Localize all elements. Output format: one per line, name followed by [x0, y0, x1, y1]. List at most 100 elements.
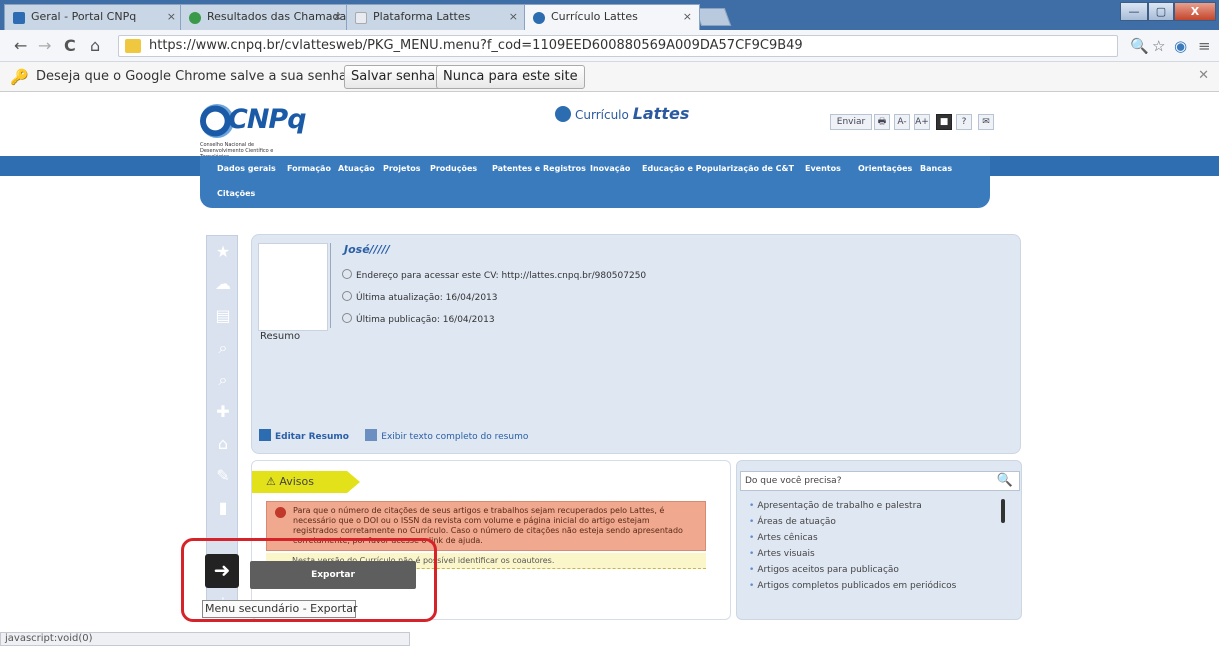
page-favicon — [355, 12, 367, 24]
nav-patentes[interactable]: Patentes e Registros — [492, 164, 586, 173]
close-icon[interactable]: × — [683, 10, 692, 23]
nav-eventos[interactable]: Eventos — [805, 164, 841, 173]
edit-icon[interactable]: ✎ — [213, 466, 233, 486]
profile-name: José///// — [344, 243, 390, 256]
close-icon[interactable]: × — [509, 10, 518, 23]
document-icon[interactable]: ▮ — [213, 498, 233, 518]
lattes-name: Lattes — [632, 104, 690, 123]
nav-orientacoes[interactable]: Orientações — [858, 164, 912, 173]
infobar-message: Deseja que o Google Chrome salve a sua s… — [36, 69, 354, 84]
forward-icon[interactable]: → — [38, 36, 51, 55]
new-tab-button[interactable] — [694, 8, 732, 26]
divider — [330, 243, 331, 328]
never-save-button[interactable]: Nunca para este site — [436, 65, 585, 89]
link-icon — [342, 269, 352, 279]
home-icon[interactable]: ⌂ — [90, 36, 100, 55]
show-resumo-link[interactable]: Exibir texto completo do resumo — [381, 432, 528, 442]
edit-resumo-link[interactable]: Editar Resumo — [275, 432, 349, 442]
status-bar: javascript:void(0) — [0, 632, 410, 646]
star-icon[interactable]: ☆ — [1152, 37, 1165, 55]
contrast-icon[interactable]: ■ — [936, 114, 952, 130]
nav-atuacao[interactable]: Atuação — [338, 164, 375, 173]
tab-title: Plataforma Lattes — [373, 10, 471, 23]
nav-citacoes[interactable]: Citações — [217, 189, 255, 198]
address-bar[interactable]: https://www.cnpq.br/cvlattesweb/PKG_MENU… — [118, 35, 1118, 57]
nav-formacao[interactable]: Formação — [287, 164, 331, 173]
list-item[interactable]: • Artigos aceitos para publicação — [749, 565, 899, 575]
tab-curriculo-lattes[interactable]: Currículo Lattes × — [524, 4, 700, 30]
id-card-icon[interactable]: ▤ — [213, 306, 233, 326]
close-icon[interactable]: ✕ — [1198, 68, 1209, 83]
cv-address[interactable]: Endereço para acessar este CV: http://la… — [342, 269, 646, 281]
search-icon[interactable]: ⌕ — [213, 338, 233, 358]
main-nav: Dados gerais Formação Atuação Projetos P… — [200, 156, 990, 208]
nav-dados-gerais[interactable]: Dados gerais — [217, 164, 276, 173]
send-button[interactable]: Enviar — [830, 114, 872, 130]
back-icon[interactable]: ← — [14, 36, 27, 55]
star-icon[interactable]: ★ — [213, 242, 233, 262]
last-update-text: Última atualização: 16/04/2013 — [356, 293, 498, 303]
nav-bancas[interactable]: Bancas — [920, 164, 952, 173]
extension-icon[interactable]: ◉ — [1174, 37, 1187, 55]
avisos-title: Avisos — [279, 475, 314, 488]
close-icon[interactable]: × — [167, 10, 176, 23]
search-icon[interactable]: 🔍 — [997, 473, 1013, 488]
lock-icon — [125, 39, 141, 53]
menu-icon[interactable]: ≡ — [1198, 37, 1211, 55]
globe-icon — [342, 313, 352, 323]
nav-inovacao[interactable]: Inovação — [590, 164, 630, 173]
tab-plataforma-lattes[interactable]: Plataforma Lattes × — [346, 4, 526, 30]
font-decrease-icon[interactable]: A- — [894, 114, 910, 130]
print-icon[interactable]: 🖶 — [874, 114, 890, 130]
mail-icon[interactable]: ✉ — [978, 114, 994, 130]
list-item[interactable]: • Artes visuais — [749, 549, 815, 559]
nav-producoes[interactable]: Produções — [430, 164, 477, 173]
list-item[interactable]: • Apresentação de trabalho e palestra — [749, 501, 922, 511]
tab-title: Geral - Portal CNPq — [31, 10, 137, 23]
tab-title: Currículo Lattes — [551, 10, 638, 23]
curriculo-lattes-logo[interactable]: Currículo Lattes — [555, 104, 689, 123]
shield-icon[interactable]: ✚ — [213, 402, 233, 422]
scrollbar[interactable] — [1001, 499, 1005, 523]
alert-icon — [275, 507, 286, 518]
font-increase-icon[interactable]: A+ — [914, 114, 930, 130]
tab-resultados[interactable]: Resultados das Chamadas × — [180, 4, 350, 30]
list-item-label: Artigos completos publicados em periódic… — [757, 581, 957, 591]
close-window-button[interactable]: X — [1174, 2, 1216, 21]
resumo-links: Editar Resumo Exibir texto completo do r… — [259, 429, 528, 442]
list-item[interactable]: • Artes cênicas — [749, 533, 818, 543]
nav-projetos[interactable]: Projetos — [383, 164, 421, 173]
avisos-tab[interactable]: ⚠ Avisos — [252, 471, 360, 493]
list-item-label: Artes visuais — [757, 549, 815, 559]
minimize-button[interactable]: — — [1120, 2, 1148, 21]
list-item-label: Áreas de atuação — [757, 517, 836, 527]
tab-title: Resultados das Chamadas — [207, 10, 350, 23]
profile-photo — [258, 243, 328, 331]
zoom-icon[interactable]: 🔍 — [1130, 37, 1149, 55]
magnifier-icon[interactable]: ⌕ — [213, 370, 233, 390]
logo-text: CNPq — [228, 104, 307, 135]
browser-toolbar: ← → C ⌂ https://www.cnpq.br/cvlattesweb/… — [0, 30, 1219, 62]
last-update: Última atualização: 16/04/2013 — [342, 291, 498, 303]
reload-icon[interactable]: C — [64, 36, 76, 55]
help-icon[interactable]: ? — [956, 114, 972, 130]
edit-icon — [259, 429, 271, 441]
save-password-button[interactable]: Salvar senha — [344, 65, 443, 89]
maximize-button[interactable]: ▢ — [1148, 2, 1174, 21]
globe-favicon — [189, 12, 201, 24]
search-placeholder: Do que você precisa? — [745, 476, 842, 486]
help-search-input[interactable]: Do que você precisa? 🔍 — [740, 471, 1020, 491]
close-icon[interactable]: × — [333, 10, 342, 23]
list-item[interactable]: • Áreas de atuação — [749, 517, 836, 527]
document-icon — [365, 429, 378, 441]
help-search-panel: Do que você precisa? 🔍 • Apresentação de … — [736, 460, 1022, 620]
cloud-icon[interactable]: ☁ — [213, 274, 233, 294]
institution-icon[interactable]: ⌂ — [213, 434, 233, 454]
resumo-label: Resumo — [260, 331, 301, 342]
tab-cnpq-portal[interactable]: Geral - Portal CNPq × — [4, 4, 184, 30]
key-icon: 🔑 — [10, 68, 29, 86]
list-item[interactable]: • Artigos completos publicados em periódi… — [749, 581, 956, 591]
nav-educacao[interactable]: Educação e Popularização de C&T — [642, 164, 794, 173]
list-item-label: Apresentação de trabalho e palestra — [757, 501, 922, 511]
list-item-label: Artes cênicas — [757, 533, 818, 543]
